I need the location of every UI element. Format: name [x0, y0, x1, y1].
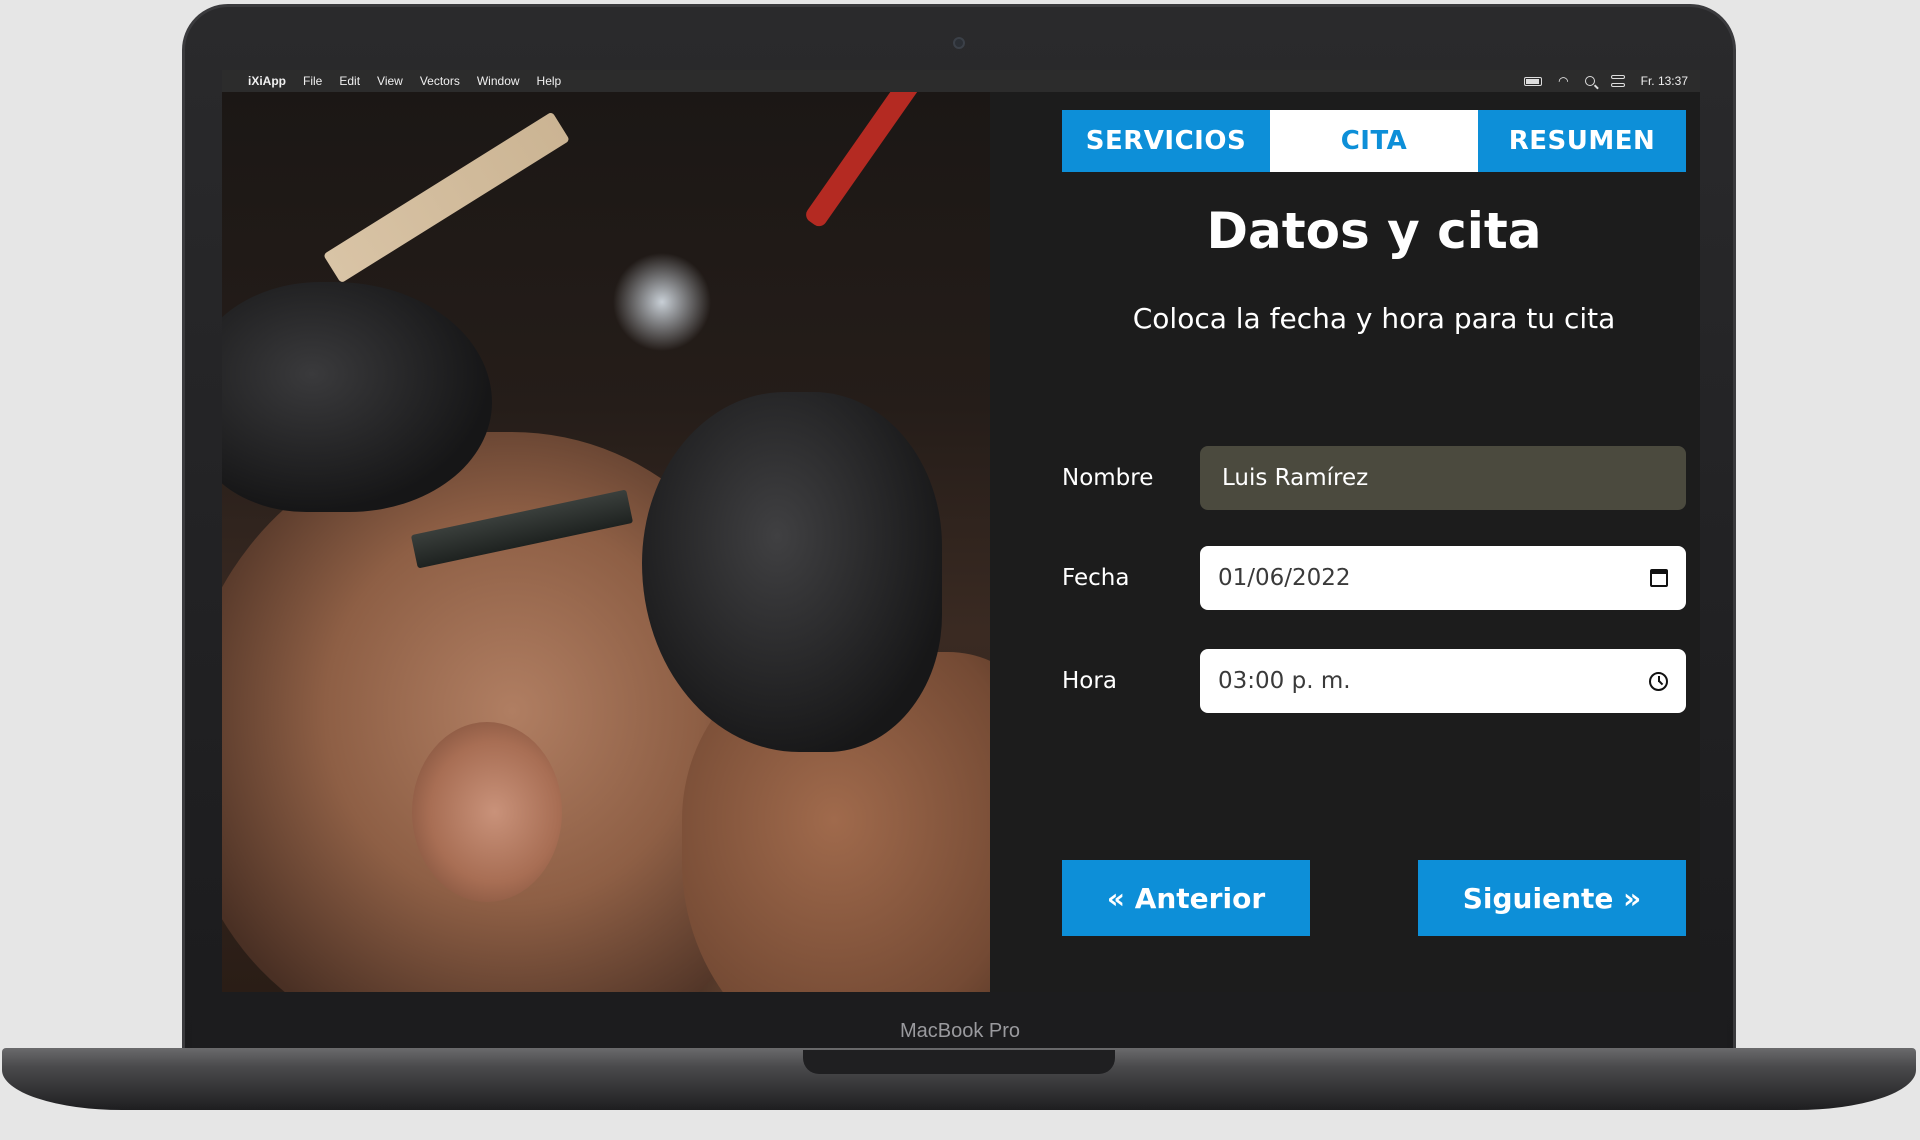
photo-wooden-stick — [322, 111, 570, 284]
fecha-date-input[interactable]: 01/06/2022 — [1200, 546, 1686, 610]
tab-servicios[interactable]: SERVICIOS — [1062, 110, 1270, 172]
menu-item-app[interactable]: iXiApp — [248, 74, 286, 88]
menubar-status-area: ◠ Fr. 13:37 — [1524, 74, 1688, 88]
menu-bar: iXiApp File Edit View Vectors Window Hel… — [222, 70, 1700, 92]
menu-item-window[interactable]: Window — [477, 74, 520, 88]
next-button[interactable]: Siguiente » — [1418, 860, 1686, 936]
menubar-clock[interactable]: Fr. 13:37 — [1641, 74, 1688, 88]
menu-item-view[interactable]: View — [377, 74, 403, 88]
wifi-icon[interactable]: ◠ — [1558, 74, 1568, 88]
control-center-icon[interactable] — [1610, 75, 1625, 87]
camera-icon — [953, 37, 965, 49]
fecha-label: Fecha — [1062, 565, 1130, 591]
step-tabs: SERVICIOS CITA RESUMEN — [1062, 110, 1686, 172]
nombre-value: Luis Ramírez — [1222, 465, 1369, 491]
previous-button[interactable]: « Anterior — [1062, 860, 1310, 936]
fecha-value[interactable]: 01/06/2022 — [1218, 565, 1351, 591]
menu-item-edit[interactable]: Edit — [339, 74, 360, 88]
calendar-icon[interactable] — [1650, 569, 1668, 587]
photo-razor-handle — [802, 92, 971, 230]
hora-value[interactable]: 03:00 p. m. — [1218, 668, 1351, 694]
screen: iXiApp File Edit View Vectors Window Hel… — [222, 70, 1700, 992]
hora-label: Hora — [1062, 668, 1117, 694]
photo-client-ear — [412, 722, 562, 902]
hora-time-input[interactable]: 03:00 p. m. — [1200, 649, 1686, 713]
photo-left-glove — [222, 282, 492, 512]
battery-icon[interactable] — [1524, 76, 1543, 86]
page-title: Datos y cita — [1206, 202, 1542, 260]
menu-item-file[interactable]: File — [303, 74, 322, 88]
nombre-label: Nombre — [1062, 465, 1154, 491]
form-row-hora: Hora 03:00 p. m. — [1062, 649, 1686, 713]
nombre-field: Luis Ramírez — [1200, 446, 1686, 510]
appointment-panel: SERVICIOS CITA RESUMEN Datos y cita Colo… — [990, 92, 1700, 992]
form-row-fecha: Fecha 01/06/2022 — [1062, 546, 1686, 610]
device-brand-label: MacBook Pro — [899, 1020, 1021, 1042]
barber-photo — [222, 92, 990, 992]
menu-item-help[interactable]: Help — [537, 74, 562, 88]
menu-item-vectors[interactable]: Vectors — [420, 74, 460, 88]
tab-cita[interactable]: CITA — [1270, 110, 1478, 172]
page-subtitle: Coloca la fecha y hora para tu cita — [1132, 302, 1616, 335]
clock-icon[interactable] — [1649, 671, 1668, 691]
search-icon[interactable] — [1584, 76, 1595, 86]
tab-resumen[interactable]: RESUMEN — [1478, 110, 1686, 172]
laptop-notch — [803, 1050, 1115, 1074]
form-row-nombre: Nombre Luis Ramírez — [1062, 446, 1686, 510]
